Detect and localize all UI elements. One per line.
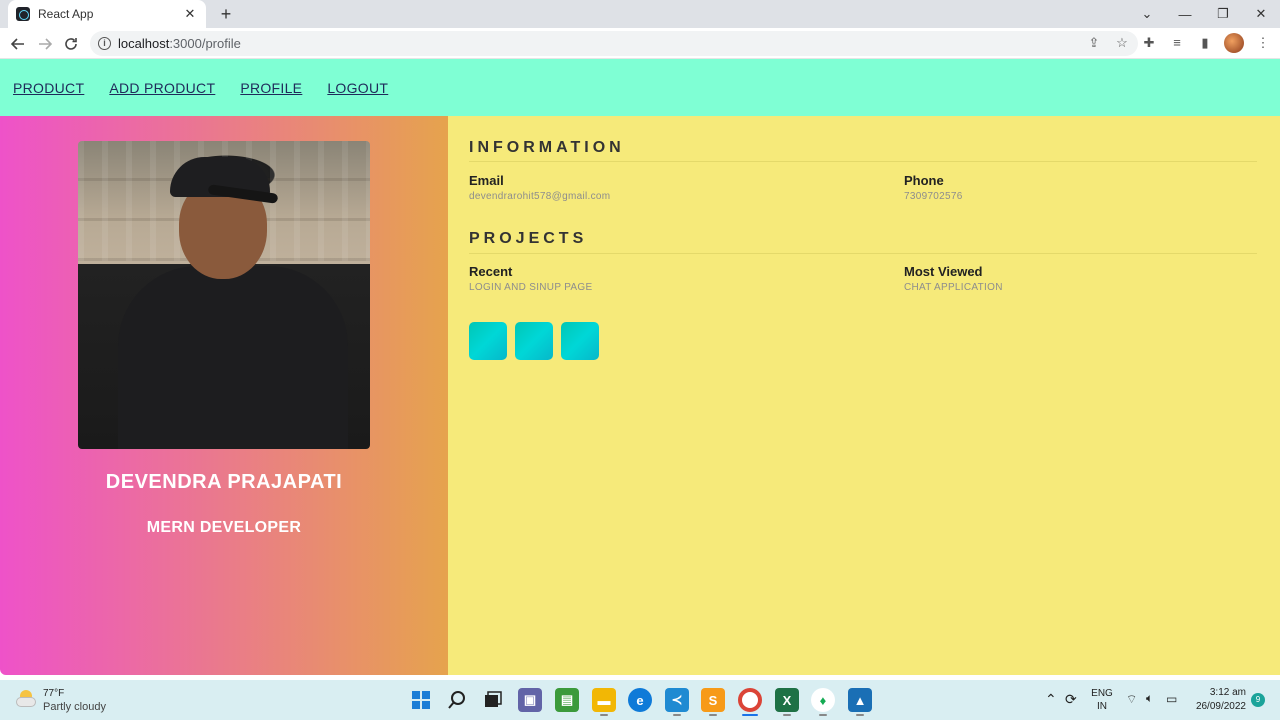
maximize-button[interactable]: ❐	[1204, 0, 1242, 28]
close-tab-icon[interactable]: ✕	[182, 6, 198, 22]
back-arrow-icon[interactable]	[7, 33, 29, 55]
teams-chat-icon[interactable]: ▣	[518, 688, 542, 712]
information-heading: INFORMATION	[469, 139, 625, 156]
recent-label: Recent	[469, 264, 513, 279]
language-code: ENG	[1091, 688, 1113, 699]
browser-tab-bar: React App ✕ + ⌄ — ❐ ✕	[0, 0, 1280, 28]
social-link-2[interactable]	[515, 322, 553, 360]
react-favicon-icon	[16, 7, 30, 21]
region-code: IN	[1097, 701, 1107, 712]
weather-temperature[interactable]: 77°F	[43, 688, 64, 699]
tab-search-icon[interactable]: ⌄	[1128, 0, 1166, 28]
wifi-icon[interactable]: ⌔	[1126, 692, 1137, 707]
nav-link-product[interactable]: PRODUCT	[13, 80, 84, 96]
profile-card-left: DEVENDRA PRAJAPATI MERN DEVELOPER	[0, 116, 448, 675]
clock-time: 3:12 am	[1209, 687, 1246, 698]
information-divider	[469, 161, 1257, 162]
sublime-text-icon[interactable]: S	[701, 688, 725, 712]
share-icon[interactable]: ⇪	[1086, 35, 1102, 51]
email-label: Email	[469, 173, 504, 188]
window-controls: ⌄ — ❐ ✕	[1128, 0, 1280, 28]
browser-tab[interactable]: React App ✕	[8, 0, 206, 28]
nav-link-profile[interactable]: PROFILE	[240, 80, 302, 96]
battery-icon[interactable]: ▭	[1166, 692, 1177, 706]
nav-link-add-product[interactable]: ADD PRODUCT	[109, 80, 215, 96]
recent-value: LOGIN AND SINUP PAGE	[469, 282, 593, 293]
bookmark-star-icon[interactable]: ☆	[1114, 35, 1130, 51]
extensions-icon[interactable]: ✚	[1140, 34, 1158, 52]
url-path: :3000/profile	[169, 36, 241, 51]
close-window-button[interactable]: ✕	[1242, 0, 1280, 28]
store-app-icon[interactable]: ▤	[555, 688, 579, 712]
projects-divider	[469, 253, 1257, 254]
file-explorer-icon[interactable]: ▬	[592, 688, 616, 712]
windows-taskbar: 77°F Partly cloudy ▣ ▤ ▬ e ≺ S X ♦ ▲ ⌃ ⟳…	[0, 680, 1280, 720]
omnibox-actions: ⇪ ☆	[1086, 35, 1130, 51]
site-info-icon[interactable]: i	[98, 37, 111, 50]
profile-role: MERN DEVELOPER	[146, 519, 302, 536]
edge-browser-icon[interactable]: e	[628, 688, 652, 712]
tab-title: React App	[38, 7, 94, 21]
url-host: localhost	[118, 36, 170, 51]
mongodb-compass-icon[interactable]: ♦	[811, 688, 835, 712]
weather-partly-cloudy-icon[interactable]	[16, 689, 36, 709]
social-link-1[interactable]	[469, 322, 507, 360]
social-link-3[interactable]	[561, 322, 599, 360]
most-viewed-label: Most Viewed	[904, 264, 983, 279]
task-view-icon[interactable]	[481, 688, 505, 712]
profile-name: DEVENDRA PRAJAPATI	[105, 471, 343, 493]
minimize-button[interactable]: —	[1166, 0, 1204, 28]
search-icon[interactable]	[445, 688, 469, 712]
reading-list-icon[interactable]: ≡	[1168, 34, 1186, 52]
phone-value: 7309702576	[904, 191, 963, 202]
phone-label: Phone	[904, 173, 944, 188]
clock[interactable]: 3:12 am 26/09/2022	[1188, 687, 1246, 712]
menu-kebab-icon[interactable]: ⋮	[1254, 34, 1272, 52]
new-tab-button[interactable]: +	[216, 4, 236, 24]
chrome-browser-icon[interactable]	[738, 688, 762, 712]
screen: React App ✕ + ⌄ — ❐ ✕ i localhost:3000/p…	[0, 0, 1280, 720]
address-bar[interactable]: i localhost:3000/profile ⇪ ☆	[90, 31, 1138, 56]
app-navbar: PRODUCT ADD PRODUCT PROFILE LOGOUT	[0, 59, 1280, 116]
weather-description[interactable]: Partly cloudy	[43, 701, 106, 713]
email-value: devendrarohit578@gmail.com	[469, 191, 611, 202]
profile-avatar[interactable]	[1224, 33, 1244, 53]
volume-icon[interactable]: 🔈︎	[1146, 691, 1153, 706]
sync-icon[interactable]: ⟳	[1065, 691, 1077, 708]
vscode-icon[interactable]: ≺	[665, 688, 689, 712]
notification-count-badge[interactable]: 9	[1251, 693, 1265, 707]
toolbar-right: ✚ ≡ ▮ ⋮	[1140, 33, 1272, 53]
side-panel-icon[interactable]: ▮	[1196, 34, 1214, 52]
profile-photo	[78, 141, 370, 449]
photos-app-icon[interactable]: ▲	[848, 688, 872, 712]
tray-overflow-chevron-icon[interactable]: ⌃	[1045, 691, 1057, 708]
nav-link-logout[interactable]: LOGOUT	[327, 80, 388, 96]
projects-heading: PROJECTS	[469, 230, 588, 247]
excel-icon[interactable]: X	[775, 688, 799, 712]
profile-card-right: INFORMATION Email devendrarohit578@gmail…	[448, 116, 1280, 675]
language-indicator[interactable]: ENG IN	[1090, 688, 1114, 712]
windows-start-icon[interactable]	[409, 688, 433, 712]
most-viewed-value: CHAT APPLICATION	[904, 282, 1003, 293]
clock-date: 26/09/2022	[1195, 701, 1246, 712]
reload-icon[interactable]	[60, 33, 82, 55]
forward-arrow-icon[interactable]	[34, 33, 56, 55]
browser-toolbar: i localhost:3000/profile ⇪ ☆ ✚ ≡ ▮ ⋮	[0, 28, 1280, 59]
